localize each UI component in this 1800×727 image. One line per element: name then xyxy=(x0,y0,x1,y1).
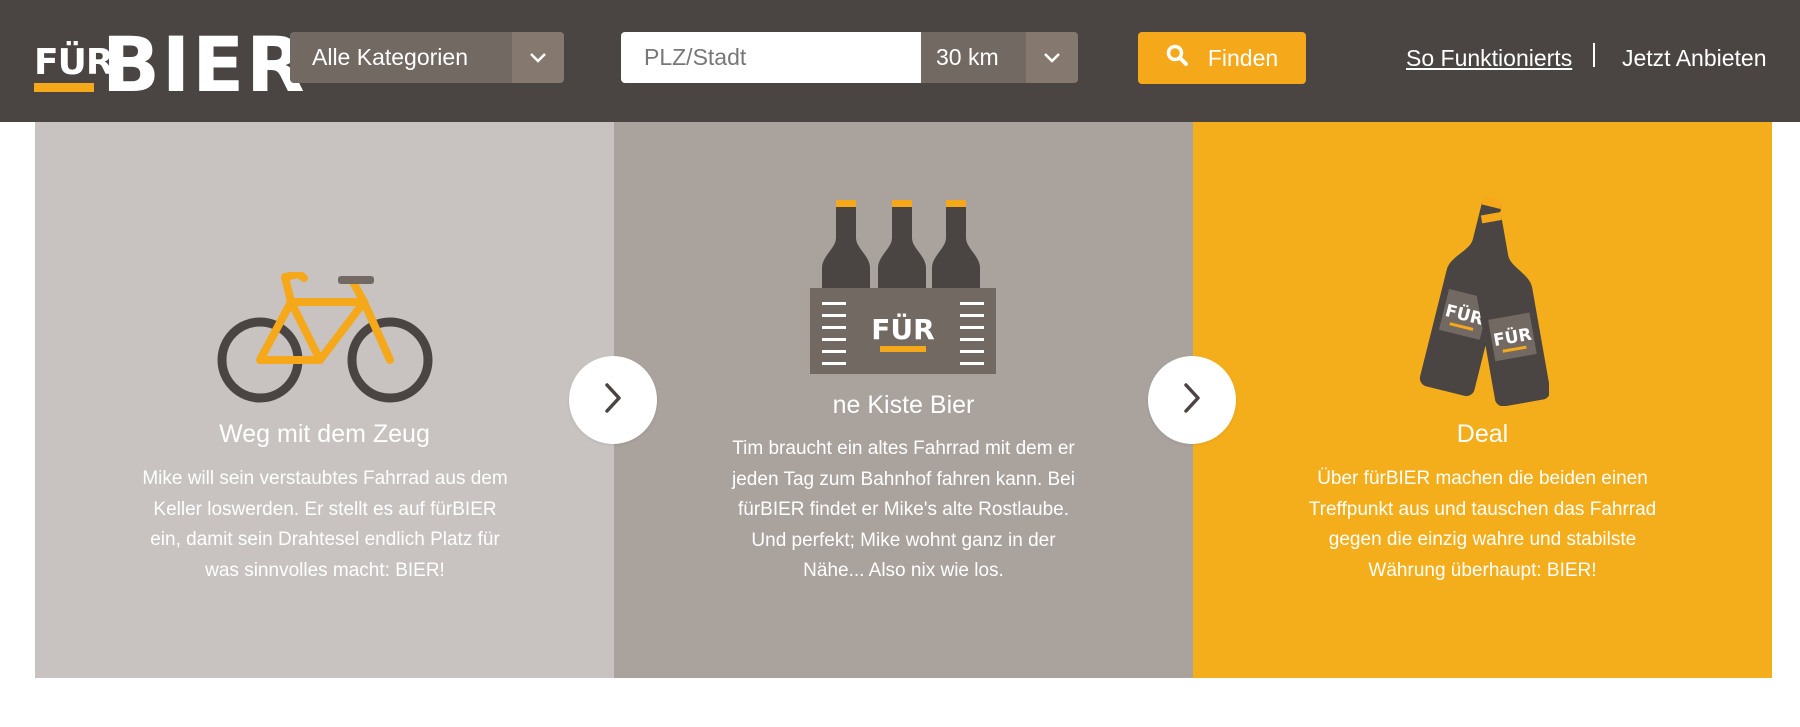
category-select-value: Alle Kategorien xyxy=(312,44,468,70)
next-step-button[interactable] xyxy=(1148,356,1236,444)
step-3-text: Über fürBIER machen die beiden einen Tre… xyxy=(1308,468,1657,581)
logo-bier-text: BIER xyxy=(102,20,307,109)
step-1-text: Mike will sein verstaubtes Fahrrad aus d… xyxy=(142,468,508,581)
step-2-title: ne Kiste Bier xyxy=(832,391,975,419)
step-1-title: Weg mit dem Zeug xyxy=(219,420,430,448)
location-input[interactable] xyxy=(621,32,921,83)
nav-offer-link[interactable]: Jetzt Anbieten xyxy=(1622,45,1767,72)
search-button[interactable]: Finden xyxy=(1138,32,1306,84)
beer-crate-icon: FÜR xyxy=(810,200,996,374)
step-3-title: Deal xyxy=(1456,420,1509,448)
search-button-label: Finden xyxy=(1207,44,1279,71)
logo-fur-text: FÜR xyxy=(34,42,114,83)
chevron-right-icon xyxy=(603,382,623,419)
clinking-bottles-icon: FÜR FÜR xyxy=(1419,196,1549,406)
chevron-down-icon[interactable] xyxy=(512,32,564,83)
bicycle-icon xyxy=(217,272,433,403)
step-panel-1: Weg mit dem Zeug Mike will sein verstaub… xyxy=(35,122,614,678)
category-select[interactable]: Alle Kategorien xyxy=(290,32,564,83)
site-header: FÜR BIER Alle Kategorien 30 km Finden So… xyxy=(0,0,1800,122)
nav-divider xyxy=(1593,43,1595,67)
nav-how-it-works-link[interactable]: So Funktionierts xyxy=(1406,45,1572,72)
radius-select-value: 30 km xyxy=(936,44,999,70)
step-panel-3: FÜR FÜR Deal Über fürBIER machen die bei… xyxy=(1193,122,1772,678)
fuerbier-logo[interactable]: FÜR BIER xyxy=(34,20,305,109)
chevron-down-icon[interactable] xyxy=(1026,32,1078,83)
next-step-button[interactable] xyxy=(569,356,657,444)
step-2-text: Tim braucht ein altes Fahrrad mit dem er… xyxy=(732,438,1075,581)
radius-select[interactable]: 30 km xyxy=(921,32,1078,83)
search-icon xyxy=(1166,44,1188,72)
step-panel-2: FÜR ne Kiste Bier Tim braucht ein altes … xyxy=(614,122,1193,678)
chevron-right-icon xyxy=(1182,382,1202,419)
crate-label: FÜR xyxy=(871,312,934,346)
logo-underline xyxy=(34,83,94,92)
